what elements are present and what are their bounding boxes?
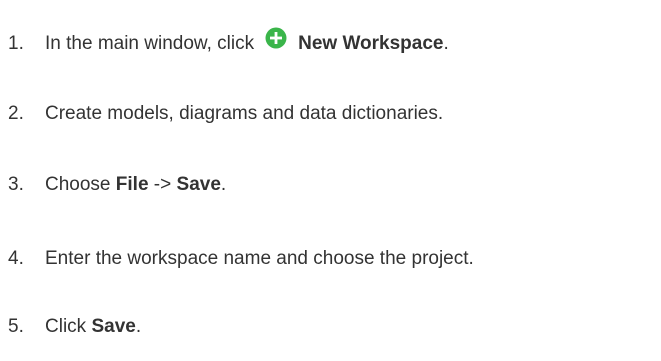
step-text-end: . <box>220 174 227 195</box>
step-number: 1. <box>8 33 24 54</box>
step-number: 3. <box>8 174 24 195</box>
step-text: Create models, diagrams and data diction… <box>45 103 444 124</box>
arrow-text: -> <box>153 174 172 195</box>
step-2: 2. Create models, diagrams and data dict… <box>0 94 443 134</box>
step-text-end: . <box>443 33 449 54</box>
step-4: 4. Enter the workspace name and choose t… <box>0 239 474 279</box>
step-number: 5. <box>8 316 24 337</box>
step-3: 3. Choose File -> Save. <box>0 165 226 205</box>
step-number: 4. <box>8 248 24 269</box>
step-number: 2. <box>8 103 24 124</box>
step-text: Enter the workspace name and choose the … <box>45 248 474 269</box>
save-button-label: Save <box>91 316 136 337</box>
step-text-end: . <box>135 316 142 337</box>
save-menu-label: Save <box>176 174 221 195</box>
step-text: In the main window, click <box>45 33 255 54</box>
step-1: 1. In the main window, click New Workspa… <box>0 24 449 64</box>
step-text: Choose <box>45 174 111 195</box>
new-workspace-label: New Workspace <box>298 33 444 54</box>
file-menu-label: File <box>115 174 149 195</box>
green-plus-circle-icon <box>265 27 287 49</box>
step-text: Click <box>45 316 87 337</box>
step-5: 5. Click Save. <box>0 307 141 347</box>
